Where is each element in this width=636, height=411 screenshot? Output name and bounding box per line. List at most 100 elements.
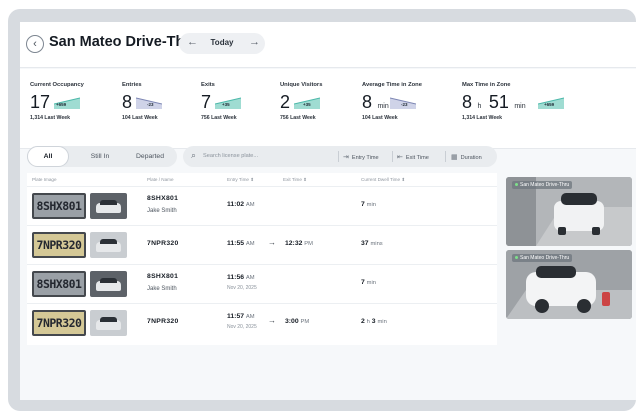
dwell-time: 7 min bbox=[361, 201, 376, 208]
dwell-unit: min bbox=[366, 280, 377, 286]
live-indicator-icon bbox=[515, 183, 518, 187]
col-dwell-time[interactable]: Current Dwell Time ⬍ bbox=[361, 177, 405, 183]
col-entry-time[interactable]: Entry Time ⬍ bbox=[227, 177, 254, 183]
plate-image-text: 7NPR320 bbox=[36, 238, 82, 252]
stat-value: 7 bbox=[201, 92, 212, 112]
search-bar: ⌕ Search license plate... ⇥ Entry Time ⇤ E… bbox=[183, 146, 497, 167]
col-plate-image: Plate Image bbox=[32, 177, 57, 182]
search-input[interactable]: Search license plate... bbox=[203, 153, 258, 159]
stat-label: Entries bbox=[122, 82, 142, 88]
camera-label: San Mateo Drive-Thru bbox=[512, 254, 573, 262]
entry-time-value: 11:57 bbox=[227, 313, 245, 320]
plate-image: 8SHX801 bbox=[32, 193, 86, 219]
stat-sub: 756 Last Week bbox=[280, 115, 316, 121]
exit-ampm: PM bbox=[300, 319, 310, 325]
plate-image: 7NPR320 bbox=[32, 310, 86, 336]
dwell-time: 37 mins bbox=[361, 240, 383, 247]
stats-panel: Current Occupancy 17 +659 1,314 Last Wee… bbox=[20, 69, 636, 149]
entry-time: 11:57 AM bbox=[227, 313, 255, 320]
car-thumbnail bbox=[90, 232, 127, 258]
car-thumbnail bbox=[90, 193, 127, 219]
camera-feed[interactable]: San Mateo Drive-Thru bbox=[506, 177, 632, 246]
col-dwell-time-label: Current Dwell Time bbox=[361, 177, 401, 182]
sort-exit-time-button[interactable]: ⇤ Exit Time bbox=[397, 153, 429, 161]
stat-value-minutes: 51 bbox=[488, 92, 509, 112]
stat-label: Exits bbox=[201, 82, 215, 88]
trend-down-sparkline: -23 bbox=[135, 95, 163, 109]
stat-sub: 1,314 Last Week bbox=[30, 115, 70, 121]
enter-icon: ⇥ bbox=[343, 154, 349, 161]
plate-image-text: 8SHX801 bbox=[36, 199, 82, 213]
entry-time: 11:56 AM bbox=[227, 274, 255, 281]
table-row[interactable]: 8SHX801 8SHX801 Jake Smith 11:56 AM Nov … bbox=[27, 264, 497, 302]
sort-entry-time-button[interactable]: ⇥ Entry Time bbox=[343, 153, 379, 161]
chevron-left-icon: ‹ bbox=[33, 38, 37, 50]
stat-delta: +659 bbox=[56, 102, 67, 107]
stat-delta: +35 bbox=[222, 102, 230, 107]
stat-unit: h bbox=[477, 103, 482, 110]
stat-value: 8 bbox=[362, 92, 373, 112]
entry-ampm: AM bbox=[245, 275, 255, 281]
tab-all[interactable]: All bbox=[27, 146, 69, 167]
sort-duration-label: Duration bbox=[460, 155, 482, 161]
sort-icon: ⬍ bbox=[401, 177, 406, 182]
col-entry-time-label: Entry Time bbox=[227, 177, 249, 182]
stat-delta: +35 bbox=[303, 102, 311, 107]
stat-current-occupancy: Current Occupancy 17 +659 1,314 Last Wee… bbox=[30, 82, 84, 121]
stat-sub: 756 Last Week bbox=[201, 115, 237, 121]
camera-label-text: San Mateo Drive-Thru bbox=[520, 255, 570, 261]
arrow-right-icon[interactable]: → bbox=[249, 36, 260, 48]
dwell-value: 2 bbox=[361, 318, 365, 325]
tab-departed[interactable]: Departed bbox=[127, 146, 173, 167]
stat-average-time: Average Time in Zone 8 min -23 104 Last … bbox=[362, 82, 422, 121]
sort-duration-button[interactable]: ▦ Duration bbox=[451, 153, 482, 161]
stat-sub: 104 Last Week bbox=[122, 115, 158, 121]
stat-max-time: Max Time in Zone 8 h 51 min +659 1,314 L… bbox=[462, 82, 565, 121]
col-exit-time[interactable]: Exit Time ⬍ bbox=[283, 177, 307, 183]
owner-name: Jake Smith bbox=[147, 286, 177, 292]
dwell-unit: min bbox=[366, 202, 377, 208]
sort-icon: ⬍ bbox=[250, 177, 255, 182]
divider bbox=[338, 151, 339, 162]
camera-label: San Mateo Drive-Thru bbox=[512, 181, 573, 189]
stat-label: Current Occupancy bbox=[30, 82, 84, 88]
camera-label-text: San Mateo Drive-Thru bbox=[520, 182, 570, 188]
owner-name: Jake Smith bbox=[147, 208, 177, 214]
plate-image-text: 7NPR320 bbox=[36, 316, 82, 330]
dwell-unit: h bbox=[366, 319, 370, 325]
table-header: Plate Image Plate / Name Entry Time ⬍ Ex… bbox=[27, 173, 497, 186]
camera-feed[interactable]: San Mateo Drive-Thru bbox=[506, 250, 632, 319]
table-row[interactable]: 7NPR320 7NPR320 11:57 AM Nov 20, 2025 → … bbox=[27, 303, 497, 341]
tab-still-in[interactable]: Still In bbox=[77, 146, 123, 167]
car-thumbnail bbox=[90, 310, 127, 336]
stat-unit: min bbox=[377, 103, 389, 110]
dwell-time: 2 h 3 min bbox=[361, 318, 387, 325]
entry-date: Nov 20, 2025 bbox=[227, 324, 257, 330]
entry-time-value: 11:55 bbox=[227, 240, 245, 247]
back-button[interactable]: ‹ bbox=[26, 35, 44, 53]
arrow-right-icon: → bbox=[268, 238, 276, 247]
stat-unique-visitors: Unique Visitors 2 +35 756 Last Week bbox=[280, 82, 322, 121]
entry-ampm: AM bbox=[245, 314, 255, 320]
top-bar: ‹ San Mateo Drive-Thru ← Today → bbox=[20, 22, 636, 68]
divider bbox=[392, 151, 393, 162]
stat-sub: 104 Last Week bbox=[362, 115, 398, 121]
trend-up-sparkline: +35 bbox=[293, 95, 321, 109]
calendar-icon: ▦ bbox=[451, 154, 458, 161]
table-row[interactable]: 8SHX801 8SHX801 Jake Smith 11:02 AM 7 mi… bbox=[27, 186, 497, 224]
table-row[interactable]: 7NPR320 7NPR320 11:55 AM → 12:32 PM 37 m… bbox=[27, 225, 497, 263]
exit-time-value: 3:00 bbox=[285, 318, 299, 325]
entry-ampm: AM bbox=[245, 241, 255, 247]
divider bbox=[445, 151, 446, 162]
exit-time: 12:32 PM bbox=[285, 240, 313, 247]
car-thumbnail bbox=[90, 271, 127, 297]
date-selector: ← Today → bbox=[179, 33, 265, 54]
entry-time-value: 11:56 bbox=[227, 274, 245, 281]
stat-sub: 1,314 Last Week bbox=[462, 115, 502, 121]
dwell-value-minutes: 3 bbox=[371, 318, 376, 325]
vehicles-table: Plate Image Plate / Name Entry Time ⬍ Ex… bbox=[27, 173, 497, 345]
trend-up-sparkline: +659 bbox=[537, 95, 565, 109]
stat-value: 8 bbox=[462, 92, 473, 112]
plate-number: 8SHX801 bbox=[147, 273, 179, 280]
stat-value: 17 bbox=[30, 92, 51, 112]
